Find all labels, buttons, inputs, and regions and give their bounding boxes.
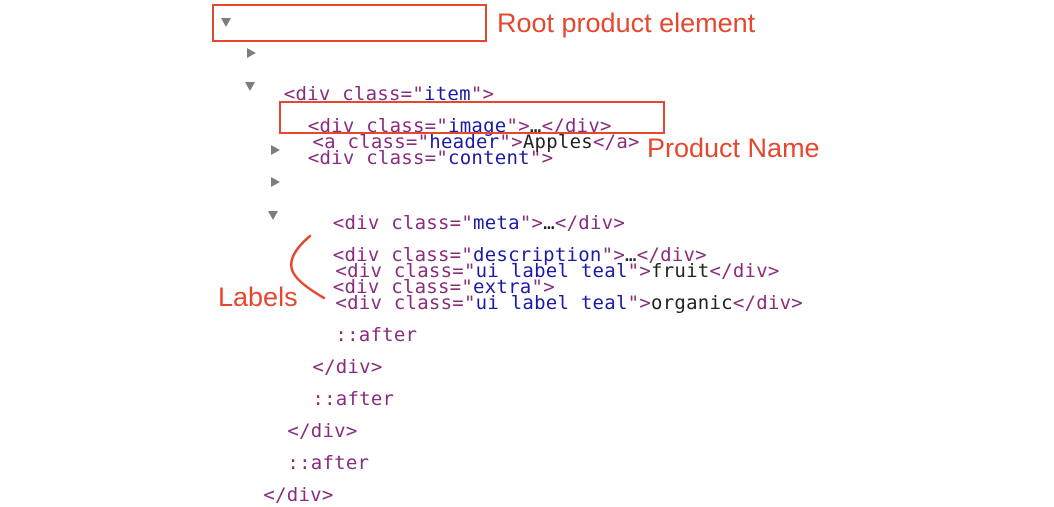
tree-node-after-root[interactable]: ::after [264, 427, 369, 474]
label2-close-tag: </div> [732, 292, 803, 314]
tree-node-extra[interactable]: <div class="extra"> [268, 203, 555, 298]
attr-value: ui label teal [475, 292, 628, 314]
header-close-tag: </a> [592, 131, 640, 153]
header-text: Apples [522, 131, 593, 153]
tree-node-image[interactable]: <div class="image">…</div> [245, 42, 611, 137]
tree-node-root-close[interactable]: </div> [240, 459, 334, 506]
label2-text: organic [651, 292, 733, 314]
root-highlight-box [212, 4, 487, 42]
annotation-product-name: Product Name [647, 133, 820, 163]
triangle-collapsed-icon[interactable] [271, 145, 280, 155]
tree-node-meta[interactable]: <div class="meta">…</div> [270, 139, 625, 234]
header-open-tag: <a class="header"> [312, 131, 523, 153]
tree-node-content[interactable]: <div class="content"> [245, 74, 553, 169]
triangle-expanded-icon[interactable] [245, 82, 255, 91]
attr-value: header [429, 131, 500, 153]
triangle-collapsed-icon[interactable] [247, 48, 256, 58]
tree-node-label-organic[interactable]: <div class="ui label teal">organic</div> [312, 267, 803, 314]
tree-node-after-content[interactable]: ::after [289, 363, 394, 410]
tree-node-content-close[interactable]: </div> [264, 395, 358, 442]
tree-node-description[interactable]: <div class="description">…</div> [270, 171, 707, 266]
tree-node-label-fruit[interactable]: <div class="ui label teal">fruit</div> [312, 235, 780, 282]
triangle-expanded-icon[interactable] [268, 211, 278, 220]
annotation-root: Root product element [497, 8, 756, 38]
root-close-tag: </div> [263, 484, 334, 506]
tree-node-extra-close[interactable]: </div> [289, 331, 383, 378]
product-name-highlight-box [279, 101, 665, 134]
labels-bracket-curve [290, 234, 326, 300]
triangle-collapsed-icon[interactable] [271, 177, 280, 187]
